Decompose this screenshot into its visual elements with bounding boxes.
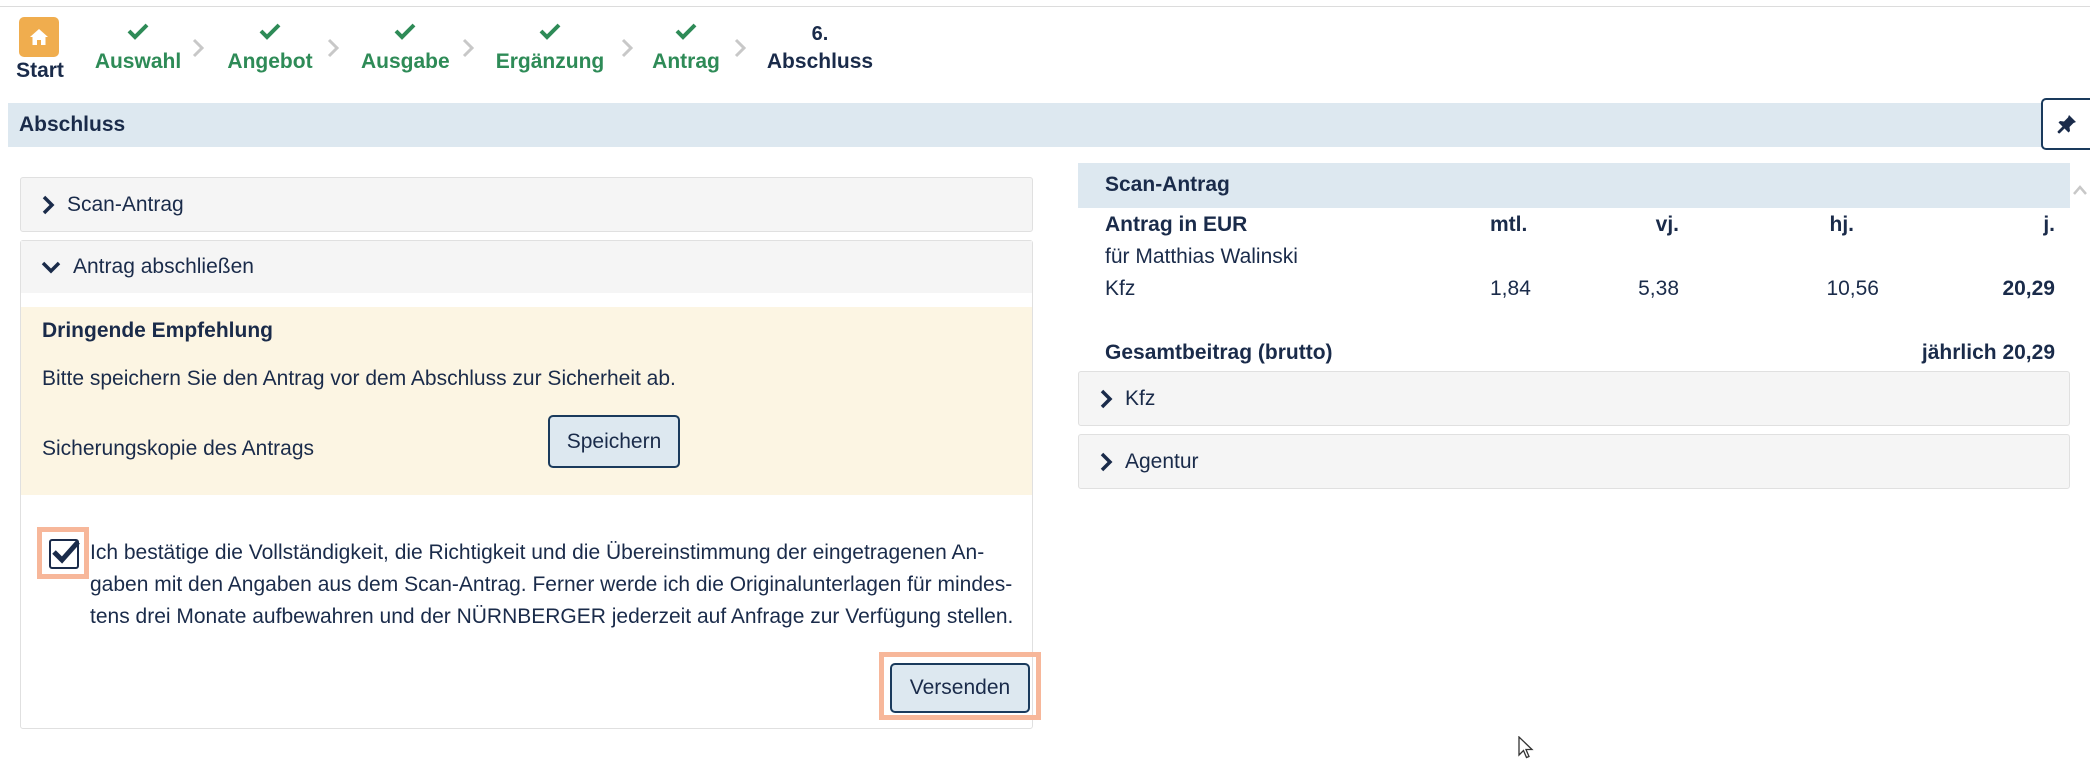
pin-icon bbox=[2057, 115, 2076, 134]
chevron-right-icon bbox=[1100, 452, 1113, 471]
col-label-header: Antrag in EUR bbox=[1105, 213, 1248, 236]
check-icon bbox=[394, 23, 416, 40]
kfz-accordion[interactable]: Kfz bbox=[1078, 371, 2070, 426]
summary-title: Scan-Antrag bbox=[1105, 173, 1230, 196]
send-button[interactable]: Versenden bbox=[890, 663, 1030, 713]
save-button[interactable]: Speichern bbox=[548, 415, 680, 468]
accordion-label: Agentur bbox=[1125, 449, 1199, 473]
confirm-text-line: gaben mit den Angaben aus dem Scan-Antra… bbox=[90, 573, 1013, 596]
chevron-right-icon bbox=[621, 38, 633, 58]
chevron-right-icon bbox=[462, 38, 474, 58]
chevron-right-icon bbox=[327, 38, 339, 58]
step-label: Antrag bbox=[652, 50, 720, 73]
step-auswahl[interactable]: Auswahl bbox=[94, 22, 182, 74]
antrag-abschliessen-accordion: Antrag abschließen Dringende Empfehlung … bbox=[20, 240, 1041, 729]
chevron-down-icon bbox=[41, 261, 61, 274]
check-icon bbox=[127, 23, 149, 40]
pin-button[interactable] bbox=[2041, 98, 2090, 150]
insured-person-label: für Matthias Walinski bbox=[1105, 245, 1298, 268]
step-label: Angebot bbox=[227, 50, 313, 73]
col-hj-header: hj. bbox=[1829, 213, 1855, 236]
step-antrag[interactable]: Antrag bbox=[646, 22, 726, 74]
section-header: Abschluss bbox=[8, 103, 2090, 147]
col-j-header: j. bbox=[2043, 213, 2055, 236]
scan-antrag-accordion[interactable]: Scan-Antrag bbox=[20, 177, 1033, 232]
row-vj: 5,38 bbox=[1638, 277, 1679, 300]
send-button-highlight: Versenden bbox=[879, 652, 1041, 720]
row-label: Kfz bbox=[1105, 277, 1136, 300]
step-number: 6. bbox=[811, 23, 829, 45]
chevron-right-icon bbox=[734, 38, 746, 58]
accordion-label: Antrag abschließen bbox=[73, 255, 254, 278]
confirm-text-line: Ich bestätige die Vollständigkeit, die R… bbox=[90, 541, 985, 564]
confirm-checkbox[interactable] bbox=[49, 539, 80, 569]
row-mtl: 1,84 bbox=[1490, 277, 1531, 300]
recommendation-box: Dringende Empfehlung Bitte speichern Sie… bbox=[21, 307, 1032, 495]
confirm-text-line: tens drei Monate aufbewahren und der NÜR… bbox=[90, 605, 1014, 628]
accordion-header[interactable]: Antrag abschließen bbox=[21, 241, 1032, 293]
mouse-cursor-icon bbox=[1518, 736, 1534, 759]
total-value: jährlich 20,29 bbox=[1921, 341, 2055, 364]
check-icon bbox=[259, 23, 281, 40]
summary-header: Scan-Antrag bbox=[1078, 163, 2070, 208]
accordion-label: Kfz bbox=[1125, 386, 1156, 410]
backup-label: Sicherungskopie des Antrags bbox=[42, 437, 315, 460]
step-label: Ergänzung bbox=[495, 50, 605, 73]
col-vj-header: vj. bbox=[1655, 213, 1679, 236]
step-ausgabe[interactable]: Ausgabe bbox=[361, 22, 450, 74]
step-abschluss: 6. Abschluss bbox=[764, 22, 876, 74]
step-angebot[interactable]: Angebot bbox=[226, 22, 314, 74]
checkmark-icon bbox=[52, 540, 80, 564]
section-title: Abschluss bbox=[19, 113, 126, 136]
accordion-label: Scan-Antrag bbox=[67, 192, 184, 216]
row-j: 20,29 bbox=[2002, 277, 2055, 300]
confirm-text: Ich bestätige die Vollständigkeit, die R… bbox=[90, 537, 1050, 633]
chevron-right-icon bbox=[42, 195, 55, 214]
home-icon bbox=[30, 29, 48, 45]
recommendation-title: Dringende Empfehlung bbox=[42, 319, 273, 342]
check-icon bbox=[675, 23, 697, 40]
total-label: Gesamtbeitrag (brutto) bbox=[1105, 341, 1333, 364]
home-button[interactable] bbox=[19, 17, 59, 57]
step-label: Auswahl bbox=[94, 50, 182, 73]
scroll-up-icon[interactable] bbox=[2072, 184, 2088, 196]
chevron-right-icon bbox=[192, 38, 204, 58]
step-ergaenzung[interactable]: Ergänzung bbox=[494, 22, 606, 74]
top-divider bbox=[0, 6, 2090, 7]
step-label: Abschluss bbox=[766, 50, 874, 73]
step-label: Ausgabe bbox=[361, 50, 450, 73]
row-hj: 10,56 bbox=[1826, 277, 1879, 300]
checkbox-highlight bbox=[37, 527, 89, 579]
agentur-accordion[interactable]: Agentur bbox=[1078, 434, 2070, 489]
check-icon bbox=[539, 23, 561, 40]
chevron-right-icon bbox=[1100, 389, 1113, 408]
col-mtl-header: mtl. bbox=[1490, 213, 1528, 236]
recommendation-text: Bitte speichern Sie den Antrag vor dem A… bbox=[42, 367, 676, 390]
step-start-label[interactable]: Start bbox=[14, 59, 66, 83]
progress-stepper: Start Auswahl Angebot Ausgabe Ergänzung … bbox=[0, 14, 1000, 84]
